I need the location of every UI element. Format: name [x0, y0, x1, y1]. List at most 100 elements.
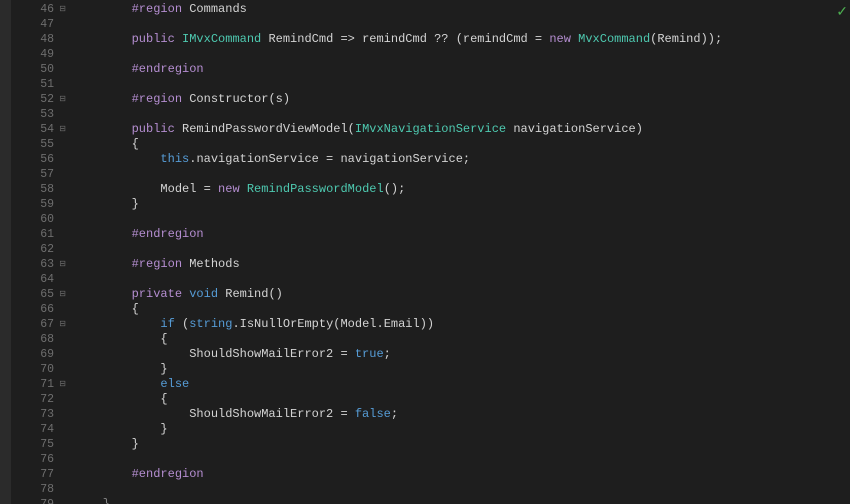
code-line[interactable] [74, 212, 836, 227]
fold-toggle-icon[interactable]: ⊟ [58, 122, 66, 137]
code-token: } [74, 197, 139, 211]
gutter-line[interactable]: 57 [11, 167, 66, 182]
code-token: Constructor(s) [189, 92, 290, 106]
code-line[interactable] [74, 167, 836, 182]
fold-toggle-icon[interactable]: ⊟ [58, 2, 66, 17]
gutter-line[interactable]: 61 [11, 227, 66, 242]
gutter[interactable]: 46⊟474849505152⊟5354⊟555657585960616263⊟… [11, 0, 66, 504]
code-line[interactable]: #region Methods [74, 257, 836, 272]
fold-toggle-icon[interactable]: ⊟ [58, 287, 66, 302]
gutter-line[interactable]: 66 [11, 302, 66, 317]
gutter-line[interactable]: 51 [11, 77, 66, 92]
line-number: 57 [40, 167, 62, 182]
code-line[interactable] [74, 482, 836, 497]
fold-toggle-icon[interactable]: ⊟ [58, 317, 66, 332]
code-token: RemindPasswordModel [247, 182, 384, 196]
code-line[interactable]: { [74, 302, 836, 317]
gutter-line[interactable]: 71⊟ [11, 377, 66, 392]
line-number: 70 [40, 362, 62, 377]
code-line[interactable]: this.navigationService = navigationServi… [74, 152, 836, 167]
gutter-line[interactable]: 54⊟ [11, 122, 66, 137]
code-token: )) [420, 317, 434, 331]
code-token [74, 2, 132, 16]
code-line[interactable]: ShouldShowMailError2 = true; [74, 347, 836, 362]
gutter-line[interactable]: 52⊟ [11, 92, 66, 107]
code-line[interactable] [74, 77, 836, 92]
gutter-line[interactable]: 56 [11, 152, 66, 167]
code-line[interactable]: #region Constructor(s) [74, 92, 836, 107]
code-token: IMvxCommand [182, 32, 261, 46]
gutter-line[interactable]: 55 [11, 137, 66, 152]
code-line[interactable] [74, 272, 836, 287]
gutter-line[interactable]: 53 [11, 107, 66, 122]
code-line[interactable]: public RemindPasswordViewModel(IMvxNavig… [74, 122, 836, 137]
gutter-line[interactable]: 46⊟ [11, 2, 66, 17]
gutter-line[interactable]: 75 [11, 437, 66, 452]
code-line[interactable]: public IMvxCommand RemindCmd => remindCm… [74, 32, 836, 47]
gutter-line[interactable]: 50 [11, 62, 66, 77]
gutter-line[interactable]: 63⊟ [11, 257, 66, 272]
gutter-line[interactable]: 47 [11, 17, 66, 32]
fold-toggle-icon[interactable]: ⊟ [58, 92, 66, 107]
code-line[interactable]: } [74, 422, 836, 437]
gutter-line[interactable]: 58 [11, 182, 66, 197]
code-token: #endregion [132, 227, 204, 241]
code-line[interactable]: } [74, 197, 836, 212]
code-token: #region [132, 92, 182, 106]
code-editor[interactable]: 46⊟474849505152⊟5354⊟555657585960616263⊟… [0, 0, 850, 504]
fold-toggle-icon[interactable]: ⊟ [58, 257, 66, 272]
code-line[interactable] [74, 107, 836, 122]
gutter-line[interactable]: 74 [11, 422, 66, 437]
gutter-line[interactable]: 68 [11, 332, 66, 347]
gutter-line[interactable]: 79 [11, 497, 66, 504]
gutter-line[interactable]: 60 [11, 212, 66, 227]
gutter-line[interactable]: 78 [11, 482, 66, 497]
code-line[interactable]: Model = new RemindPasswordModel(); [74, 182, 836, 197]
code-token: remindCmd [463, 32, 528, 46]
code-token: } [74, 422, 168, 436]
gutter-line[interactable]: 77 [11, 467, 66, 482]
code-area[interactable]: #region Commands public IMvxCommand Remi… [66, 0, 836, 504]
code-line[interactable] [74, 47, 836, 62]
gutter-line[interactable]: 64 [11, 272, 66, 287]
code-token [74, 227, 132, 241]
code-line[interactable]: } [74, 497, 836, 504]
gutter-line[interactable]: 70 [11, 362, 66, 377]
code-token: } [74, 497, 110, 504]
gutter-line[interactable]: 49 [11, 47, 66, 62]
code-line[interactable] [74, 17, 836, 32]
code-line[interactable]: { [74, 392, 836, 407]
line-number: 76 [40, 452, 62, 467]
gutter-line[interactable]: 62 [11, 242, 66, 257]
code-line[interactable] [74, 452, 836, 467]
code-line[interactable]: } [74, 437, 836, 452]
code-line[interactable]: #endregion [74, 227, 836, 242]
gutter-line[interactable]: 59 [11, 197, 66, 212]
gutter-line[interactable]: 72 [11, 392, 66, 407]
gutter-line[interactable]: 69 [11, 347, 66, 362]
code-line[interactable]: { [74, 332, 836, 347]
gutter-line[interactable]: 73 [11, 407, 66, 422]
gutter-line[interactable]: 67⊟ [11, 317, 66, 332]
code-token: public [132, 32, 175, 46]
line-number: 49 [40, 47, 62, 62]
code-line[interactable]: #endregion [74, 467, 836, 482]
code-token: ; [463, 152, 470, 166]
code-line[interactable]: #endregion [74, 62, 836, 77]
code-line[interactable]: private void Remind() [74, 287, 836, 302]
code-line[interactable]: } [74, 362, 836, 377]
code-line[interactable] [74, 242, 836, 257]
code-line[interactable]: ShouldShowMailError2 = false; [74, 407, 836, 422]
gutter-line[interactable]: 48 [11, 32, 66, 47]
code-line[interactable]: if (string.IsNullOrEmpty(Model.Email)) [74, 317, 836, 332]
code-token: ; [384, 347, 391, 361]
gutter-line[interactable]: 76 [11, 452, 66, 467]
code-line[interactable]: else [74, 377, 836, 392]
code-line[interactable]: { [74, 137, 836, 152]
fold-toggle-icon[interactable]: ⊟ [58, 377, 66, 392]
scrollbar-track[interactable]: ✓ [836, 0, 850, 504]
code-token: ( [348, 122, 355, 136]
code-token: navigationService [513, 122, 635, 136]
gutter-line[interactable]: 65⊟ [11, 287, 66, 302]
code-line[interactable]: #region Commands [74, 2, 836, 17]
